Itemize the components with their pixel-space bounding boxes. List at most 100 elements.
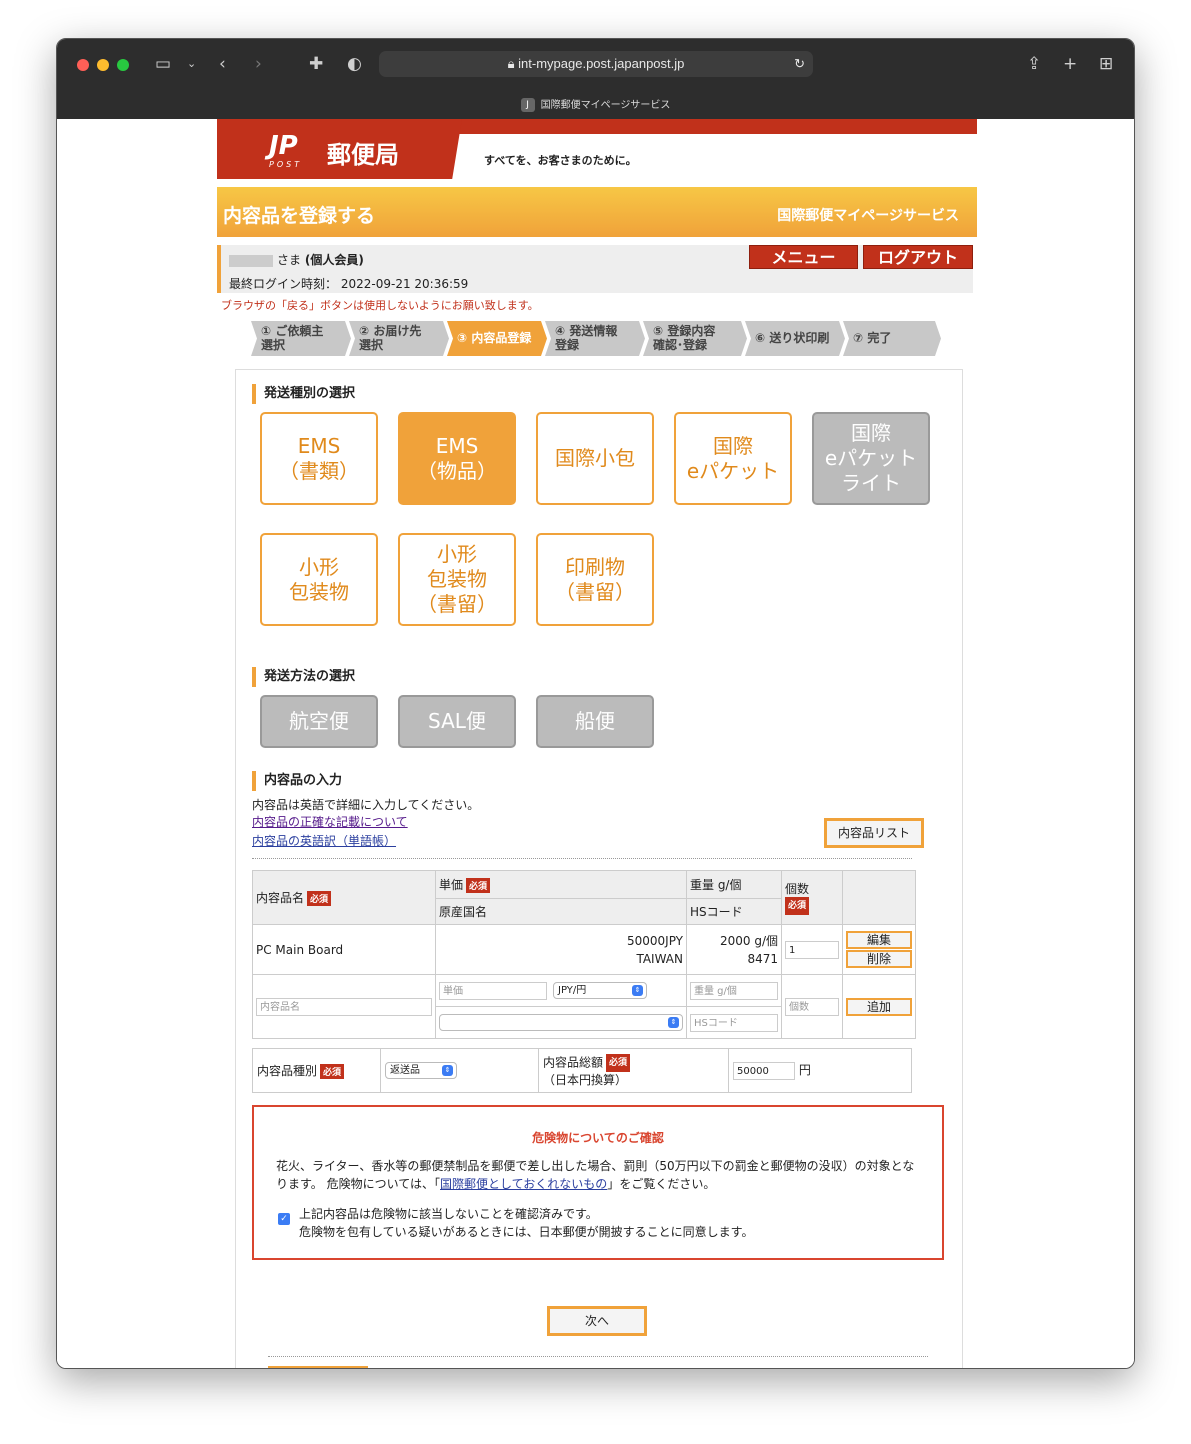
last-login: 最終ログイン時刻： 2022-09-21 20:36:59 [229,275,468,292]
shield-icon[interactable]: ◐ [347,52,362,76]
name-suffix: さま [277,253,302,267]
service-name: 国際郵便マイページサービス [777,208,959,224]
method-air[interactable]: 航空便 [260,695,378,748]
chevron-updown-icon: ⇕ [632,985,643,996]
row-price: 50000JPY [626,933,683,948]
method-sal[interactable]: SAL便 [398,695,516,748]
confirm-text: 上記内容品は危険物に該当しないことを確認済みです。 危険物を包有している疑いがある… [299,1207,754,1239]
progress-steps: ① ご依頼主 選択 ② お届け先 選択 ③ 内容品登録 ④ 発送情報 登録 ⑤ 登録内… [251,321,941,356]
edit-button[interactable]: 編集 [846,931,912,949]
forward-icon[interactable]: › [255,52,262,76]
url-text: int-mypage.post.japanpost.jp [518,56,685,71]
new-tab-icon[interactable]: + [1063,52,1077,76]
last-login-label: 最終ログイン時刻： [229,277,338,291]
confirm-checkbox[interactable]: ✓ [278,1213,290,1225]
redacted-name [229,254,273,267]
tab-overview-icon[interactable]: ⊞ [1099,52,1113,76]
back-icon[interactable]: ‹ [219,52,226,76]
table-row: PC Main Board 50000JPY TAIWAN 2000 g/個 847… [252,924,916,975]
member-type: (個人会員) [304,253,364,267]
option-intl-epacket-light[interactable]: 国際 eパケット ライト [812,412,930,505]
contents-list-button[interactable]: 内容品リスト [824,818,924,848]
header-item-name: 内容品名 必須 [252,870,436,925]
dangerous-goods-text: 花火、ライター、香水等の郵便禁制品を郵便で差し出した場合、罰則（50万円以下の罰… [276,1159,915,1191]
new-price-cell: 単価 [435,974,550,1007]
main-panel: 発送種別の選択 EMS （書類） EMS （物品） 国際小包 国際 eパケット 国際 e… [235,369,963,1368]
option-ems-documents[interactable]: EMS （書類） [260,412,378,505]
site-logo[interactable]: JP POST 郵便局 [217,119,462,179]
new-name-cell: 内容品名 [252,974,436,1039]
chevron-updown-icon: ⇕ [442,1065,453,1076]
row-hs: 8471 [747,951,778,966]
next-button[interactable]: 次へ [547,1306,647,1336]
share-icon[interactable]: ⇪ [1027,52,1041,76]
bottom-divider [268,1356,928,1357]
new-weight-cell: 重量 g/個 [686,974,782,1007]
prohibited-items-link[interactable]: 国際郵便としておくれないもの [440,1177,607,1191]
user-info-box: さま (個人会員) 最終ログイン時刻： 2022-09-21 20:36:59 … [217,245,973,293]
logo-name: 郵便局 [327,141,399,169]
new-hs-code-input[interactable]: HSコード [690,1013,778,1032]
content-type-select[interactable]: 返送品 ⇕ [385,1062,457,1079]
last-login-value: 2022-09-21 20:36:59 [340,277,469,291]
shipping-type-heading: 発送種別の選択 [252,384,355,404]
total-value-input[interactable]: 50000 [733,1061,795,1080]
origin-country-select[interactable]: ⇕ [439,1014,683,1031]
lock-icon: 🔒︎ [507,56,515,71]
divider [252,858,912,859]
english-glossary-link[interactable]: 内容品の英語訳（単語帳） [252,832,396,849]
contents-table: 内容品名 必須 単価 必須 重量 g/個 個数 必須 原産国名 HSコード PC Ma… [252,870,916,1039]
tab-bar[interactable]: J 国際郵便マイページサービス [57,93,1134,119]
option-printed-matter-registered[interactable]: 印刷物 （書留） [536,533,654,626]
shipping-method-heading: 発送方法の選択 [252,667,355,687]
contents-instruction: 内容品は英語で詳細に入力してください。 [252,798,480,812]
content-type-cell: 返送品 ⇕ [380,1048,539,1093]
content-type-label: 内容品種別 必須 [252,1048,381,1093]
new-actions: 追加 [842,974,916,1039]
chevron-down-icon[interactable]: ⌄ [187,52,196,76]
logo-jp: JP [269,131,298,161]
step-5: ⑤ 登録内容 確認･登録 [643,321,747,356]
header-weight: 重量 g/個 [686,870,782,899]
delete-button[interactable]: 削除 [846,950,912,968]
accurate-description-link[interactable]: 内容品の正確な記載について [252,813,408,830]
new-quantity-input[interactable]: 個数 [785,997,839,1016]
option-small-packet-registered[interactable]: 小形 包装物 （書留） [398,533,516,626]
user-name: さま (個人会員) [229,251,364,268]
close-window-button[interactable] [77,59,89,71]
back-button-warning: ブラウザの「戻る」ボタンは使用しないようにお願い致します。 [221,299,539,312]
header-actions [842,870,916,925]
logout-button[interactable]: ログアウト [863,245,973,269]
page-content: JP POST 郵便局 すべてを、お客さまのために。 内容品を登録する 国際郵便… [57,119,1134,1368]
reload-icon[interactable]: ↻ [794,51,805,77]
extension-icon[interactable]: ✚ [309,52,323,76]
browser-titlebar: ▭ ⌄ ‹ › ✚ ◐ 🔒︎ int-mypage.post.japanpost… [57,39,1134,119]
option-ems-goods[interactable]: EMS （物品） [398,412,516,505]
option-intl-parcel[interactable]: 国際小包 [536,412,654,505]
menu-button[interactable]: メニュー [749,245,858,269]
contents-summary-table: 内容品種別 必須 返送品 ⇕ 内容品総額 必須 （日本円換算） 50000 円 [252,1048,912,1093]
country-cell: ⇕ [435,1006,687,1039]
new-weight-input[interactable]: 重量 g/個 [690,981,778,1000]
sidebar-icon[interactable]: ▭ [155,52,171,76]
row-actions: 編集 削除 [842,924,916,975]
new-unit-price-input[interactable]: 単価 [439,981,547,1000]
currency-cell: JPY/円 ⇕ [550,974,687,1007]
currency-select[interactable]: JPY/円 ⇕ [553,982,647,999]
row-quantity-input[interactable]: 1 [785,940,839,959]
minimize-window-button[interactable] [97,59,109,71]
row-weight-hs: 2000 g/個 8471 [686,924,782,975]
option-small-packet[interactable]: 小形 包装物 [260,533,378,626]
dangerous-goods-box: 危険物についてのご確認 花火、ライター、香水等の郵便禁制品を郵便で差し出した場合… [252,1105,944,1260]
new-item-row: 内容品名 単価 JPY/円 ⇕ 重量 g/個 個数 追加 [252,974,916,1039]
required-badge: 必須 [606,1053,631,1072]
header-unit-price: 単価 必須 [435,870,687,899]
header-origin-country: 原産国名 [435,898,687,925]
new-item-name-input[interactable]: 内容品名 [256,997,432,1016]
yen-unit: 円 [798,1063,811,1078]
address-bar[interactable]: 🔒︎ int-mypage.post.japanpost.jp ↻ [379,51,813,77]
option-intl-epacket[interactable]: 国際 eパケット [674,412,792,505]
zoom-window-button[interactable] [117,59,129,71]
add-button[interactable]: 追加 [846,997,912,1016]
method-sea[interactable]: 船便 [536,695,654,748]
